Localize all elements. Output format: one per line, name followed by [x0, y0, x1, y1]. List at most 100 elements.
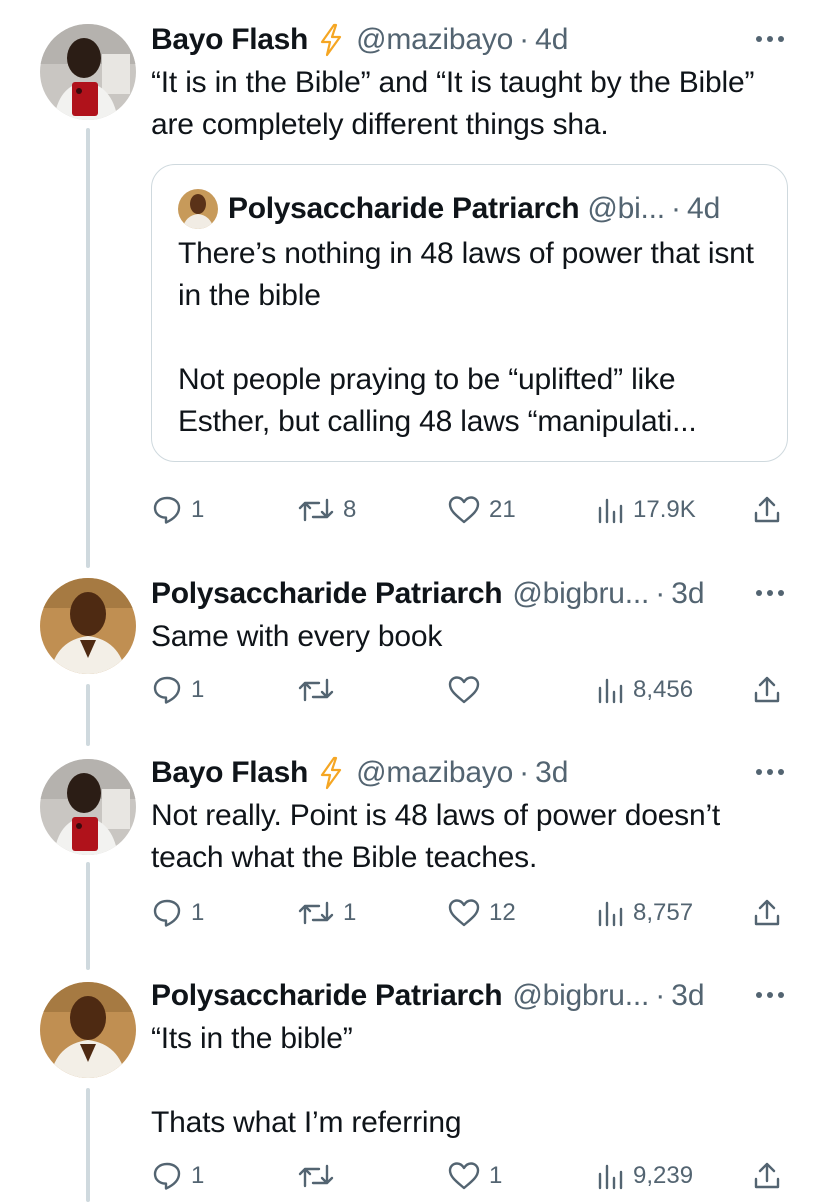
like-count: 1 [489, 1162, 503, 1189]
reply-icon [153, 676, 181, 704]
share-button[interactable] [751, 490, 783, 530]
retweet-icon [298, 1164, 334, 1188]
analytics-icon [598, 678, 623, 704]
timestamp[interactable]: 3d [671, 577, 704, 611]
avatar[interactable] [40, 24, 136, 120]
timestamp[interactable]: 3d [671, 979, 704, 1013]
display-name[interactable]: Bayo Flash [151, 23, 308, 57]
heart-icon [448, 496, 480, 524]
reply-icon [153, 899, 181, 927]
share-icon [754, 496, 780, 523]
tweet-actions: 1 8 21 17.9K [151, 490, 788, 530]
quoted-timestamp: 4d [686, 192, 721, 225]
heart-icon [448, 899, 480, 927]
heart-icon [448, 676, 480, 704]
separator: · [519, 756, 530, 789]
quoted-username: @bi... [587, 192, 665, 225]
separator: · [655, 979, 666, 1012]
display-name[interactable]: Polysaccharide Patriarch [151, 577, 503, 611]
views-button[interactable]: 9,239 [597, 1156, 693, 1196]
views-button[interactable]: 8,456 [597, 670, 693, 710]
quoted-avatar [178, 189, 218, 229]
avatar-bayo-flash-icon [40, 24, 136, 120]
analytics-icon [598, 901, 623, 927]
quoted-tweet-text: There’s nothing in 48 laws of power that… [178, 237, 754, 438]
like-count: 21 [489, 496, 516, 523]
timestamp[interactable]: 3d [535, 756, 568, 790]
username[interactable]: @mazibayo [356, 23, 513, 57]
like-button[interactable]: 12 [447, 893, 516, 933]
lightning-bolt-icon [320, 756, 342, 790]
view-count: 9,239 [633, 1162, 694, 1189]
analytics-icon [598, 498, 623, 524]
view-count: 8,456 [633, 676, 694, 703]
quoted-tweet-header: Polysaccharide Patriarch @bi... · 4d [178, 189, 761, 229]
lightning-bolt-icon [320, 23, 342, 57]
thread-line [86, 684, 90, 746]
tweet-actions: 1 8,456 [151, 670, 788, 710]
share-button[interactable] [751, 1156, 783, 1196]
reply-button[interactable]: 1 [151, 490, 204, 530]
share-icon [754, 676, 780, 703]
username[interactable]: @mazibayo [356, 756, 513, 790]
avatar-polysaccharide-icon [40, 982, 136, 1078]
view-count: 8,757 [633, 899, 694, 926]
separator: · [670, 192, 681, 225]
avatar[interactable] [40, 759, 136, 855]
avatar-polysaccharide-icon [40, 578, 136, 674]
username[interactable]: @bigbru... [512, 577, 649, 611]
more-options-icon[interactable] [754, 588, 786, 598]
reply-button[interactable]: 1 [151, 670, 204, 710]
quoted-display-name: Polysaccharide Patriarch [228, 192, 580, 225]
more-options-icon[interactable] [754, 767, 786, 777]
reply-count: 1 [191, 899, 205, 926]
like-count: 12 [489, 899, 516, 926]
tweet-actions: 1 1 9,239 [151, 1156, 788, 1196]
like-button[interactable] [447, 670, 489, 710]
reply-icon [153, 496, 181, 524]
separator: · [655, 577, 666, 610]
retweet-icon [298, 901, 334, 925]
conversation-thread: Bayo Flash @mazibayo · 4d “It is in the … [0, 0, 828, 1202]
quoted-tweet[interactable]: Polysaccharide Patriarch @bi... · 4d The… [151, 164, 788, 462]
display-name[interactable]: Bayo Flash [151, 756, 308, 790]
avatar[interactable] [40, 578, 136, 674]
thread-line [86, 1088, 90, 1202]
more-options-icon[interactable] [754, 990, 786, 1000]
heart-icon [448, 1162, 480, 1190]
username[interactable]: @bigbru... [512, 979, 649, 1013]
retweet-button[interactable] [297, 1156, 343, 1196]
retweet-button[interactable]: 8 [297, 490, 356, 530]
share-icon [754, 899, 780, 926]
retweet-count: 8 [343, 496, 357, 523]
reply-button[interactable]: 1 [151, 1156, 204, 1196]
more-options-icon[interactable] [754, 34, 786, 44]
tweet-text: “Its in the bible” Thats what I’m referr… [151, 1022, 462, 1139]
avatar[interactable] [40, 982, 136, 1078]
display-name[interactable]: Polysaccharide Patriarch [151, 979, 503, 1013]
tweet-header: Bayo Flash @mazibayo · 4d [151, 20, 788, 60]
like-button[interactable]: 21 [447, 490, 516, 530]
retweet-count: 1 [343, 899, 357, 926]
retweet-icon [298, 678, 334, 702]
thread-line [86, 862, 90, 970]
reply-count: 1 [191, 676, 205, 703]
reply-button[interactable]: 1 [151, 893, 204, 933]
retweet-icon [298, 498, 334, 522]
views-button[interactable]: 17.9K [597, 490, 696, 530]
tweet-text: Same with every book [151, 620, 443, 653]
share-button[interactable] [751, 893, 783, 933]
timestamp[interactable]: 4d [535, 23, 568, 57]
views-button[interactable]: 8,757 [597, 893, 693, 933]
retweet-button[interactable] [297, 670, 343, 710]
tweet-header: Polysaccharide Patriarch @bigbru... · 3d [151, 976, 788, 1016]
tweet-header: Polysaccharide Patriarch @bigbru... · 3d [151, 574, 788, 614]
tweet-actions: 1 1 12 8,757 [151, 893, 788, 933]
retweet-button[interactable]: 1 [297, 893, 356, 933]
share-icon [754, 1162, 780, 1189]
avatar-bayo-flash-icon [40, 759, 136, 855]
analytics-icon [598, 1164, 623, 1190]
share-button[interactable] [751, 670, 783, 710]
like-button[interactable]: 1 [447, 1156, 502, 1196]
avatar-polysaccharide-icon [178, 189, 218, 229]
